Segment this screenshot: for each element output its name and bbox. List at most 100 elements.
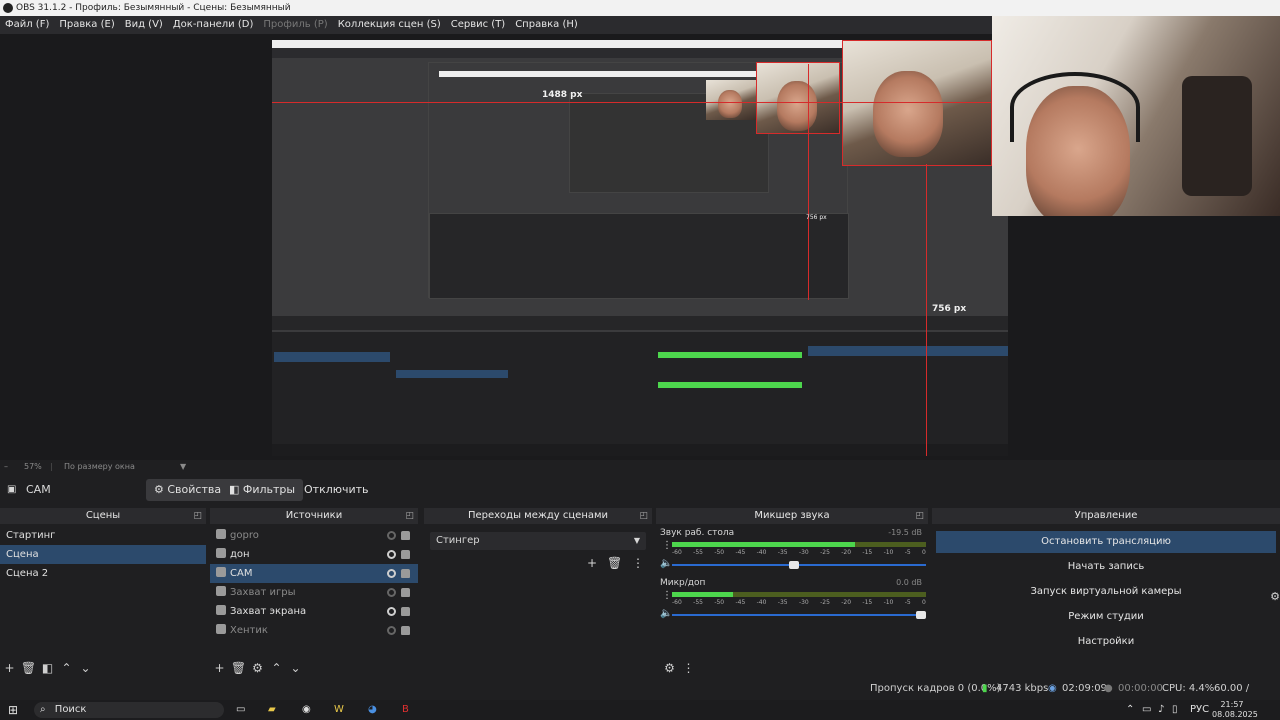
menu-item-1[interactable]: Правка (E) [54,16,119,34]
chevron-up-icon[interactable]: ⌃ [267,658,286,678]
speaker-icon[interactable]: 🔈 [660,608,672,619]
nested-face-2 [777,81,817,131]
menu-item-6[interactable]: Сервис (T) [446,16,510,34]
lock-icon[interactable] [401,531,410,540]
scale-tick: 0 [922,549,926,556]
add-icon[interactable]: + [210,658,229,678]
app-b-icon[interactable]: B [402,700,409,720]
more-vertical-icon[interactable]: ⋮ [662,590,672,601]
menu-item-7[interactable]: Справка (H) [510,16,583,34]
control-button-2[interactable]: Запуск виртуальной камеры [936,581,1276,603]
menu-item-0[interactable]: Файл (F) [0,16,54,34]
scale-tick: -55 [693,549,703,556]
zoom-collapse-icon[interactable]: – [4,460,8,474]
properties-button[interactable]: ⚙ Свойства [146,479,230,501]
add-icon[interactable]: + [587,556,597,570]
nested-docks [429,213,849,299]
lock-icon[interactable] [401,588,410,597]
more-vertical-icon[interactable]: ⋮ [679,658,698,678]
source-item[interactable]: Захват игры [210,583,418,602]
taskbar-search[interactable]: ⌕ Поиск [34,702,224,718]
dock-float-icon[interactable]: ◰ [405,508,414,524]
trash-icon[interactable]: 🗑 [229,658,248,678]
more-vertical-icon[interactable]: ⋮ [632,556,644,570]
menu-item-4[interactable]: Профиль (P) [258,16,332,34]
chrome-icon[interactable]: ◕ [368,700,377,720]
dock-float-icon[interactable]: ◰ [915,508,924,524]
control-button-1[interactable]: Начать запись [936,556,1276,578]
eye-icon[interactable] [387,550,396,559]
filters-button[interactable]: ◧ Фильтры [221,479,304,501]
lock-icon[interactable] [401,550,410,559]
disable-button[interactable]: Отключить [296,479,377,501]
lock-icon[interactable] [401,607,410,616]
control-button-0[interactable]: Остановить трансляцию [936,531,1276,553]
eye-icon[interactable] [387,588,396,597]
trash-icon[interactable]: 🗑 [19,658,38,678]
input-language[interactable]: РУС [1190,700,1209,720]
windows-start-icon[interactable]: ⊞ [8,700,18,720]
mixer-dock-header: Микшер звука ◰ [656,508,928,524]
transition-select[interactable]: Стингер ▼ [430,532,646,550]
more-vertical-icon[interactable]: ⋮ [662,540,672,551]
gear-icon[interactable]: ⚙ [660,658,679,678]
program-preview[interactable]: 1488 px 756 px 756 px [272,40,1008,456]
menu-item-5[interactable]: Коллекция сцен (S) [333,16,446,34]
dock-float-icon[interactable]: ◰ [639,508,648,524]
trash-icon[interactable]: 🗑 [607,556,622,570]
clock[interactable]: 21:57 08.08.2025 [1212,700,1258,720]
app-icon[interactable]: W [334,700,344,720]
scale-tick: -50 [714,599,725,606]
zoom-level[interactable]: 57% [24,460,42,474]
source-item[interactable]: дон [210,545,418,564]
menu-item-2[interactable]: Вид (V) [120,16,168,34]
scale-tick: -20 [841,599,852,606]
chevron-down-icon[interactable]: ⌄ [286,658,305,678]
eye-icon[interactable] [387,531,396,540]
add-icon[interactable]: + [0,658,19,678]
task-view-icon[interactable]: ▭ [236,700,245,720]
fader-knob[interactable] [915,611,926,619]
virtual-camera-settings-gear-icon[interactable]: ⚙ [1270,590,1280,603]
gear-icon[interactable]: ⚙ [248,658,267,678]
scene-item[interactable]: Сцена [0,545,206,564]
speaker-icon[interactable]: 🔈 [660,558,672,569]
tray-chevron-up-icon[interactable]: ⌃ [1126,700,1134,720]
zoom-mode[interactable]: По размеру окна [64,460,135,474]
transition-actions: + 🗑 ⋮ [587,556,644,570]
lock-icon[interactable] [401,626,410,635]
zoom-dropdown-icon[interactable]: ▼ [180,460,186,474]
filter-icon[interactable]: ◧ [38,658,57,678]
source-item[interactable]: Захват экрана [210,602,418,621]
dock-float-icon[interactable]: ◰ [193,508,202,524]
scenes-dock: Сцены ◰ Стартинг Сцена Сцена 2 + 🗑 ◧ ⌃ ⌄ [0,508,206,678]
chevron-down-icon[interactable]: ⌄ [76,658,95,678]
volume-fader[interactable] [672,561,926,569]
source-item[interactable]: gopro [210,526,418,545]
obs-taskbar-icon[interactable]: ◉ [302,700,311,720]
window-title: OBS 31.1.2 - Профиль: Безымянный - Сцены… [16,3,291,13]
control-button-4[interactable]: Настройки [936,631,1276,653]
source-item[interactable]: CAM [210,564,418,583]
fader-knob[interactable] [788,561,799,569]
volume-icon[interactable]: ♪ [1158,700,1164,720]
scenes-title: Сцены [85,510,121,521]
eye-icon[interactable] [387,569,396,578]
menu-item-3[interactable]: Док-панели (D) [168,16,259,34]
controls-title: Управление [1074,510,1138,521]
source-label: Захват игры [230,587,296,598]
eye-icon[interactable] [387,626,396,635]
source-item[interactable]: Хентик [210,621,418,640]
battery-icon[interactable]: ▯ [1172,700,1178,720]
eye-icon[interactable] [387,607,396,616]
file-explorer-icon[interactable]: ▰ [268,700,276,720]
control-button-3[interactable]: Режим студии [936,606,1276,628]
chevron-up-icon[interactable]: ⌃ [57,658,76,678]
dropdown-icon: ▼ [633,536,640,545]
volume-fader[interactable] [672,611,926,619]
lock-icon[interactable] [401,569,410,578]
network-icon[interactable]: ▭ [1142,700,1151,720]
zoom-separator: | [50,462,53,471]
scene-item[interactable]: Сцена 2 [0,564,206,583]
scene-item[interactable]: Стартинг [0,526,206,545]
